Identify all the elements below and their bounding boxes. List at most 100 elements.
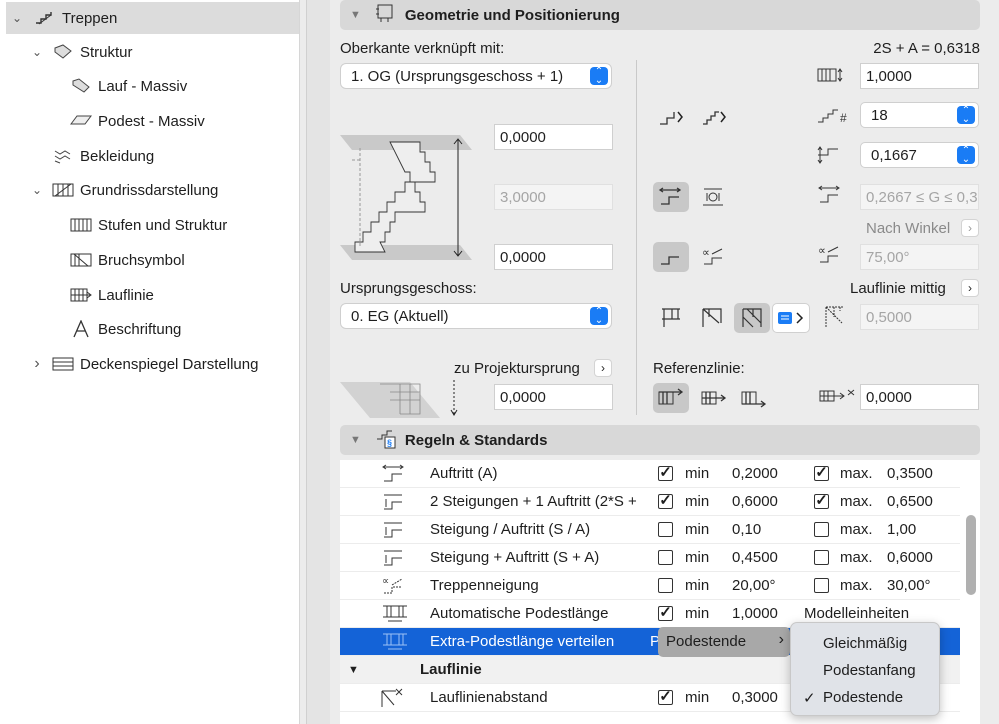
max-value[interactable]: 0,6000	[887, 549, 933, 566]
reference-right-button[interactable]	[736, 383, 772, 413]
tree-item-lauflinie[interactable]: Lauflinie	[6, 279, 299, 311]
min-value[interactable]: 20,00°	[732, 577, 776, 594]
select-value: 0,1667	[871, 146, 917, 164]
updown-icon: ⌃ ⌄	[590, 67, 608, 86]
chevron-down-icon[interactable]: ⌄	[30, 183, 44, 197]
angle-lock-button[interactable]	[653, 242, 689, 272]
menu-item-gleichmaessig[interactable]: Gleichmäßig	[823, 635, 907, 652]
min-checkbox[interactable]: ✓	[658, 465, 673, 481]
reference-offset-input[interactable]: 0,0000	[860, 384, 979, 410]
walkline-right-button[interactable]	[694, 303, 730, 333]
tree-item-bruchsymbol[interactable]: Bruchsymbol	[6, 244, 299, 276]
riser-right-button[interactable]	[696, 102, 732, 132]
angle-input[interactable]: 75,00°	[860, 244, 979, 270]
min-value[interactable]: 0,10	[732, 521, 761, 538]
tree-item-grundriss[interactable]: ⌄ Grundrissdarstellung	[6, 174, 299, 206]
menu-item-podestende[interactable]: Podestende	[823, 689, 903, 706]
table-row[interactable]: ∝ Treppenneigung min 20,00° max. 30,00°	[340, 572, 960, 600]
panel-divider[interactable]	[306, 0, 330, 724]
tree-item-podest[interactable]: Podest - Massiv	[6, 105, 299, 137]
chevron-right-icon[interactable]: ›	[594, 359, 612, 377]
angle-auto-button[interactable]: ∝	[696, 242, 732, 272]
walkline-offset-input[interactable]: 0,5000	[860, 304, 979, 330]
project-zero-input[interactable]: 0,0000	[494, 384, 613, 410]
max-value[interactable]: 30,00°	[887, 577, 931, 594]
table-row[interactable]: Steigung / Auftritt (S / A) min 0,10 max…	[340, 516, 960, 544]
going-icon	[380, 463, 408, 489]
min-label: min	[685, 577, 710, 594]
max-checkbox[interactable]: ✓	[814, 493, 829, 509]
min-value[interactable]: 0,6000	[732, 493, 778, 510]
geometry-icon	[375, 3, 397, 27]
height-input[interactable]: 3,0000	[494, 184, 613, 210]
menu-item-podestanfang[interactable]: Podestanfang	[823, 662, 916, 679]
rules-scrollbar[interactable]	[966, 515, 976, 595]
reference-center-button[interactable]	[696, 383, 732, 413]
chevron-right-icon[interactable]: ›	[30, 355, 44, 373]
min-value[interactable]: 0,2000	[732, 465, 778, 482]
min-checkbox[interactable]: ✓	[658, 605, 673, 621]
max-checkbox[interactable]: ✓	[814, 465, 829, 481]
tree-item-lauf[interactable]: Lauf - Massiv	[6, 70, 299, 102]
top-offset-input[interactable]: 0,0000	[494, 124, 613, 150]
min-checkbox[interactable]	[658, 522, 673, 537]
select-value: 1. OG (Ursprungsgeschoss + 1)	[351, 67, 564, 85]
submenu-label: Podestende	[666, 633, 747, 650]
tree-item-beschriftung[interactable]: Beschriftung	[6, 313, 299, 345]
min-checkbox[interactable]: ✓	[658, 689, 673, 705]
geometry-section-header[interactable]: ▼ Geometrie und Positionierung	[340, 0, 980, 30]
stair-width-input[interactable]: 1,0000	[860, 63, 979, 89]
max-checkbox[interactable]	[814, 578, 829, 593]
tree-item-bekleidung[interactable]: Bekleidung	[6, 140, 299, 172]
group-label: Lauflinie	[420, 661, 482, 678]
table-row[interactable]: Auftritt (A) ✓ min 0,2000 ✓ max. 0,3500	[340, 460, 960, 488]
tree-item-deckenspiegel[interactable]: › Deckenspiegel Darstellung	[6, 348, 299, 380]
bottom-offset-input[interactable]: 0,0000	[494, 244, 613, 270]
riser-left-button[interactable]	[653, 102, 689, 132]
tree-item-stufen[interactable]: Stufen und Struktur	[6, 209, 299, 241]
chevron-down-icon[interactable]: ▼	[350, 9, 361, 21]
max-checkbox[interactable]	[814, 550, 829, 565]
min-checkbox[interactable]	[658, 550, 673, 565]
by-angle-label: Nach Winkel	[866, 220, 951, 237]
chevron-right-icon[interactable]: ›	[961, 219, 979, 237]
min-value[interactable]: 0,3000	[732, 689, 778, 706]
chevron-right-icon[interactable]: ›	[961, 279, 979, 297]
chevron-down-icon[interactable]: ⌄	[10, 11, 24, 25]
stair-icon	[34, 9, 56, 27]
max-value[interactable]: 0,3500	[887, 465, 933, 482]
max-value[interactable]: 1,00	[887, 521, 916, 538]
tree-item-treppen[interactable]: ⌄ Treppen	[6, 2, 299, 34]
going-auto-button[interactable]	[696, 182, 732, 212]
table-row[interactable]: Steigung + Auftritt (S + A) min 0,4500 m…	[340, 544, 960, 572]
top-link-select[interactable]: 1. OG (Ursprungsgeschoss + 1) ⌃ ⌄	[340, 63, 612, 89]
chevron-down-icon[interactable]: ▼	[350, 434, 361, 446]
rule-name: 2 Steigungen + 1 Auftritt (2*S +	[430, 493, 637, 510]
tree-item-label: Bruchsymbol	[98, 251, 185, 269]
walkline-custom-button[interactable]	[772, 303, 810, 333]
going-input[interactable]: 0,2667 ≤ G ≤ 0,3	[860, 184, 979, 210]
reference-left-button[interactable]	[653, 383, 689, 413]
chevron-down-icon[interactable]: ▼	[348, 664, 359, 676]
home-story-label: Ursprungsgeschoss:	[340, 280, 477, 297]
walkline-middle-button[interactable]	[734, 303, 770, 333]
max-value[interactable]: 0,6500	[887, 493, 933, 510]
max-checkbox[interactable]	[814, 522, 829, 537]
chevron-down-icon[interactable]: ⌄	[30, 45, 44, 59]
min-value[interactable]: 1,0000	[732, 605, 778, 622]
table-row[interactable]: 2 Steigungen + 1 Auftritt (2*S + ✓ min 0…	[340, 488, 960, 516]
riser-count-select[interactable]: 18 ⌃ ⌄	[860, 102, 979, 128]
rules-section-header[interactable]: ▼ § Regeln & Standards	[340, 425, 980, 455]
min-checkbox[interactable]	[658, 578, 673, 593]
max-label: max.	[840, 521, 873, 538]
min-value[interactable]: 0,4500	[732, 549, 778, 566]
tree-item-struktur[interactable]: ⌄ Struktur	[6, 36, 299, 68]
min-label: min	[685, 689, 710, 706]
riser-height-select[interactable]: 0,1667 ⌃ ⌄	[860, 142, 979, 168]
walkline-left-button[interactable]	[653, 303, 689, 333]
submenu-trigger[interactable]: Podestende ›	[658, 627, 790, 657]
reference-offset-icon	[818, 386, 858, 410]
home-story-select[interactable]: 0. EG (Aktuell) ⌃ ⌄	[340, 303, 612, 329]
min-checkbox[interactable]: ✓	[658, 493, 673, 509]
going-lock-button[interactable]	[653, 182, 689, 212]
